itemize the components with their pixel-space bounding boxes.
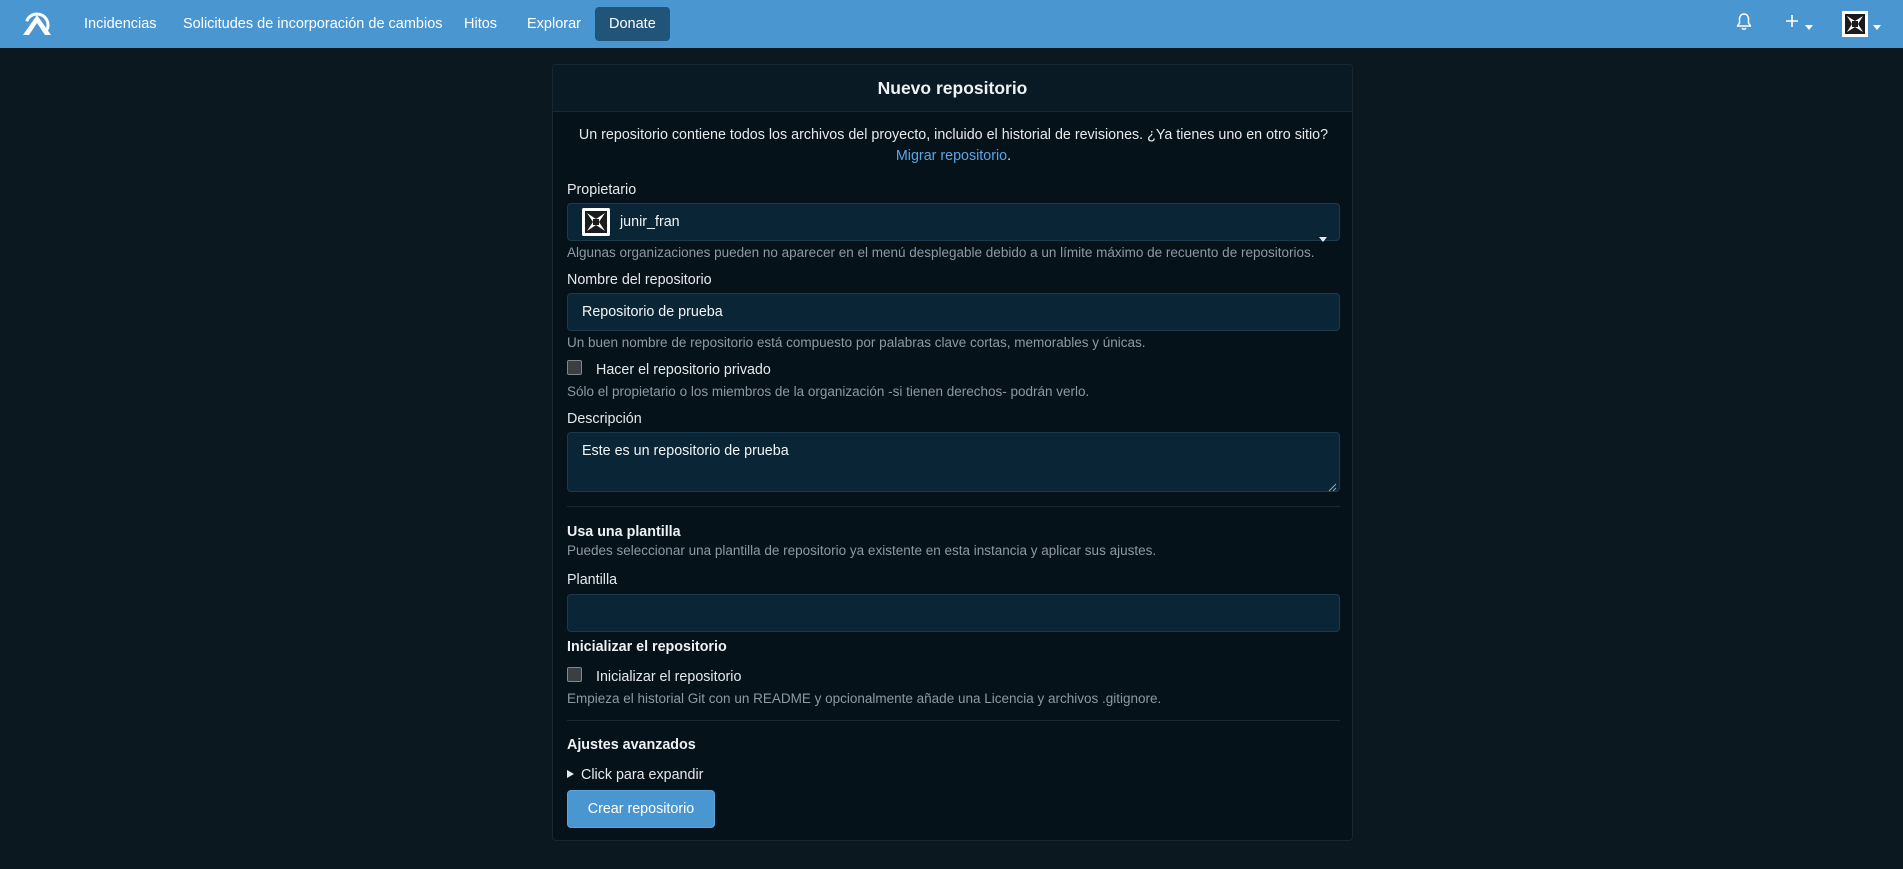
repo-name-label: Nombre del repositorio <box>567 272 712 288</box>
nav-pull-requests[interactable]: Solicitudes de incorporación de cambios <box>169 7 457 41</box>
section-divider <box>567 720 1340 721</box>
repo-name-input[interactable]: Repositorio de prueba <box>567 293 1340 331</box>
owner-value: junir_fran <box>620 214 680 230</box>
resize-grip-icon[interactable] <box>1328 480 1337 492</box>
section-divider <box>567 506 1340 507</box>
chevron-down-icon[interactable] <box>1805 18 1813 34</box>
description-label: Descripción <box>567 411 642 427</box>
init-help: Empieza el historial Git con un README y… <box>567 691 1162 706</box>
owner-label: Propietario <box>567 182 637 198</box>
nav-donate[interactable]: Donate <box>595 7 670 41</box>
user-avatar-icon[interactable] <box>1842 11 1868 40</box>
new-repo-form: Nuevo repositorio Un repositorio contien… <box>552 64 1353 841</box>
chevron-down-icon[interactable] <box>1873 18 1881 34</box>
forgejo-logo-icon[interactable] <box>21 9 53 39</box>
description-value: Este es un repositorio de prueba <box>582 443 789 459</box>
advanced-section-title: Ajustes avanzados <box>567 737 696 753</box>
nav-milestones[interactable]: Hitos <box>450 7 511 41</box>
owner-avatar <box>582 208 610 236</box>
owner-help: Algunas organizaciones pueden no aparece… <box>567 245 1315 260</box>
migrate-link[interactable]: Migrar repositorio <box>896 148 1007 164</box>
migrate-suffix: . <box>1007 148 1012 164</box>
advanced-expander-label: Click para expandir <box>581 767 704 783</box>
nav-issues[interactable]: Incidencias <box>70 7 171 41</box>
private-checkbox[interactable] <box>567 360 582 375</box>
owner-dropdown[interactable]: junir_fran <box>567 203 1340 242</box>
repo-name-help: Un buen nombre de repositorio está compu… <box>567 335 1146 350</box>
triangle-right-icon <box>567 770 574 779</box>
template-help: Puedes seleccionar una plantilla de repo… <box>567 543 1157 558</box>
top-navbar: Incidencias Solicitudes de incorporación… <box>0 0 1903 48</box>
intro-text: Un repositorio contiene todos los archiv… <box>578 127 1329 143</box>
private-help: Sólo el propietario o los miembros de la… <box>567 384 1090 399</box>
form-title: Nuevo repositorio <box>553 65 1352 112</box>
nav-explore[interactable]: Explorar <box>513 7 595 41</box>
init-checkbox[interactable] <box>567 667 582 682</box>
init-section-title: Inicializar el repositorio <box>567 639 727 655</box>
private-checkbox-label[interactable]: Hacer el repositorio privado <box>596 362 771 378</box>
template-label: Plantilla <box>567 572 618 588</box>
chevron-down-icon <box>1319 220 1327 256</box>
description-textarea[interactable]: Este es un repositorio de prueba <box>567 432 1340 492</box>
template-section-title: Usa una plantilla <box>567 524 681 540</box>
init-checkbox-label[interactable]: Inicializar el repositorio <box>596 669 741 685</box>
migrate-line: Migrar repositorio. <box>553 148 1354 164</box>
create-repo-button[interactable]: Crear repositorio <box>567 790 715 828</box>
bell-icon[interactable] <box>1736 12 1752 35</box>
template-input[interactable] <box>567 594 1340 632</box>
plus-icon[interactable] <box>1784 13 1800 32</box>
advanced-expander[interactable]: Click para expandir <box>567 767 703 783</box>
